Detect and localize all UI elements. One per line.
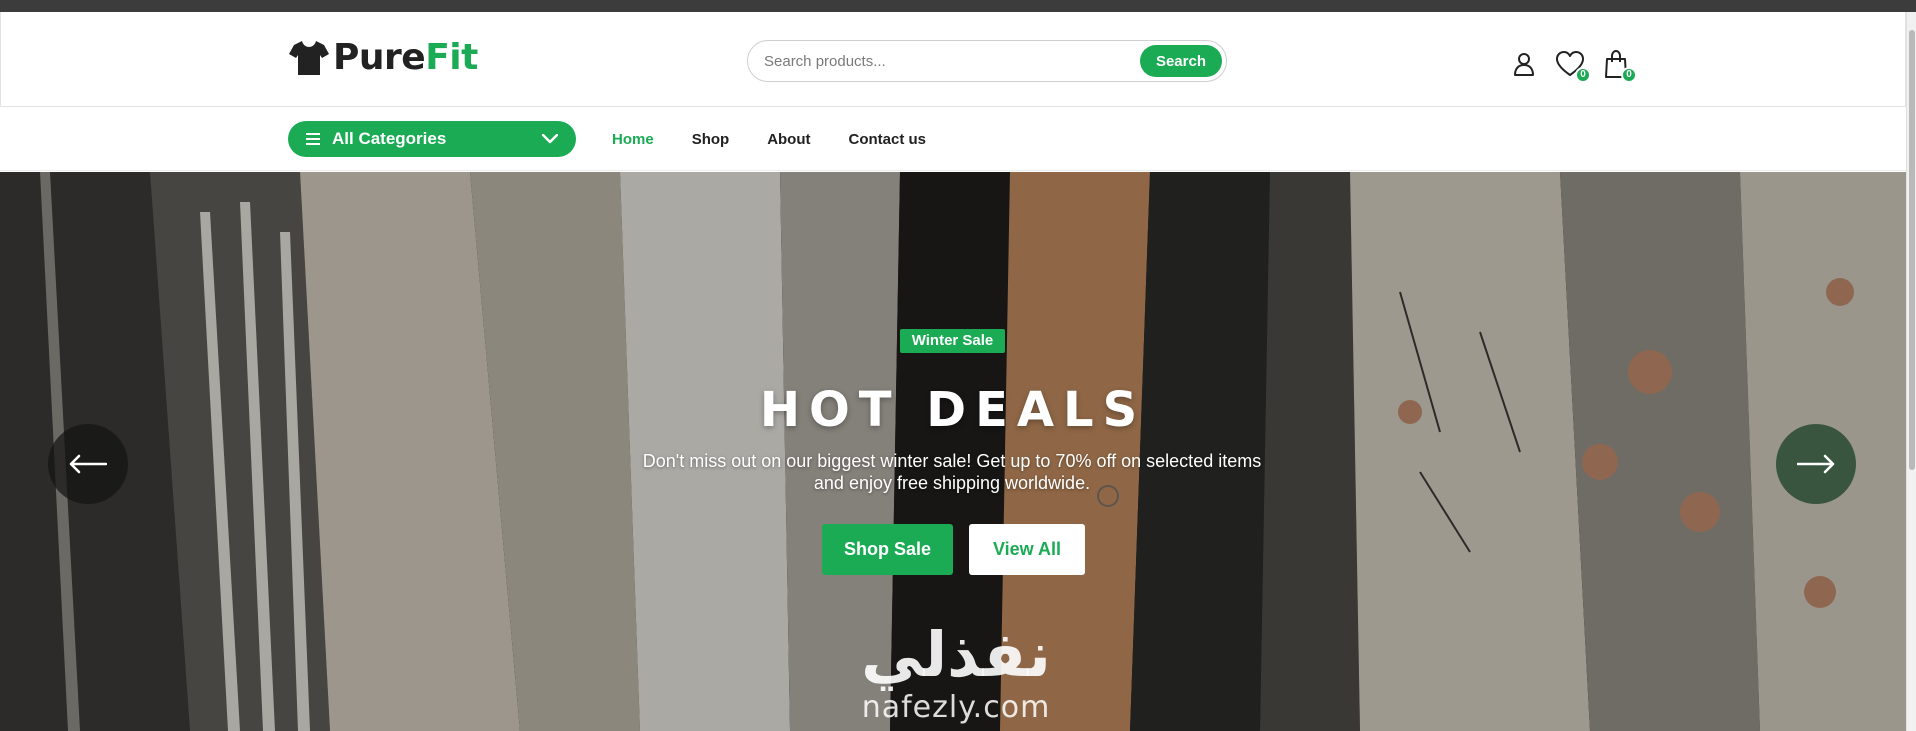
menu-icon xyxy=(306,133,320,145)
nav-link-home[interactable]: Home xyxy=(612,131,654,148)
logo-text-part2: Fit xyxy=(425,37,478,78)
slider-prev-button[interactable] xyxy=(48,424,128,504)
nav-links: Home Shop About Contact us xyxy=(612,121,926,157)
sale-tag: Winter Sale xyxy=(900,329,1005,353)
logo-text-part1: Pure xyxy=(333,37,426,78)
hero-title: HOT DEALS xyxy=(759,382,1147,438)
cart-count-badge: 0 xyxy=(1621,67,1637,83)
all-categories-dropdown[interactable]: All Categories xyxy=(288,121,576,157)
chevron-down-icon xyxy=(542,134,558,144)
browser-top-strip xyxy=(0,0,1916,12)
arrow-left-icon xyxy=(69,454,107,474)
nafezly-watermark: نفذلي nafezly.com xyxy=(846,620,1066,731)
slider-next-button[interactable] xyxy=(1776,424,1856,504)
logo-wordmark: PureFit xyxy=(333,38,478,78)
site-header: PureFit Search 0 xyxy=(0,12,1906,107)
arrow-right-icon xyxy=(1797,454,1835,474)
wishlist-button[interactable]: 0 xyxy=(1555,49,1591,83)
hero-slider: Winter Sale HOT DEALS Don't miss out on … xyxy=(0,172,1906,731)
page-scrollbar[interactable] xyxy=(1906,12,1916,731)
search-input[interactable] xyxy=(764,52,1140,70)
nav-link-shop[interactable]: Shop xyxy=(692,131,730,148)
view-all-button[interactable]: View All xyxy=(969,524,1085,575)
all-categories-label: All Categories xyxy=(332,129,447,148)
wishlist-count-badge: 0 xyxy=(1575,67,1591,83)
scrollbar-thumb[interactable] xyxy=(1909,30,1915,470)
page: PureFit Search 0 xyxy=(0,12,1906,731)
search-button[interactable]: Search xyxy=(1139,45,1222,77)
shop-sale-button[interactable]: Shop Sale xyxy=(822,524,953,575)
watermark-arabic-text: نفذلي xyxy=(861,618,1051,691)
nav-link-contact[interactable]: Contact us xyxy=(849,131,927,148)
account-button[interactable] xyxy=(1509,49,1539,79)
nav-link-about[interactable]: About xyxy=(767,131,810,148)
header-icons: 0 0 xyxy=(1509,44,1637,84)
user-icon xyxy=(1514,53,1534,76)
loading-spinner-icon xyxy=(1097,485,1119,507)
tshirt-logo-icon xyxy=(289,41,329,75)
search-bar: Search xyxy=(747,40,1227,82)
site-logo[interactable]: PureFit xyxy=(289,38,478,78)
hero-description: Don't miss out on our biggest winter sal… xyxy=(642,451,1262,493)
main-nav: All Categories Home Shop About Contact u… xyxy=(0,107,1906,171)
cart-button[interactable]: 0 xyxy=(1601,49,1637,83)
watermark-latin-text: nafezly.com xyxy=(861,690,1051,725)
hero-buttons: Shop Sale View All xyxy=(822,524,1085,575)
